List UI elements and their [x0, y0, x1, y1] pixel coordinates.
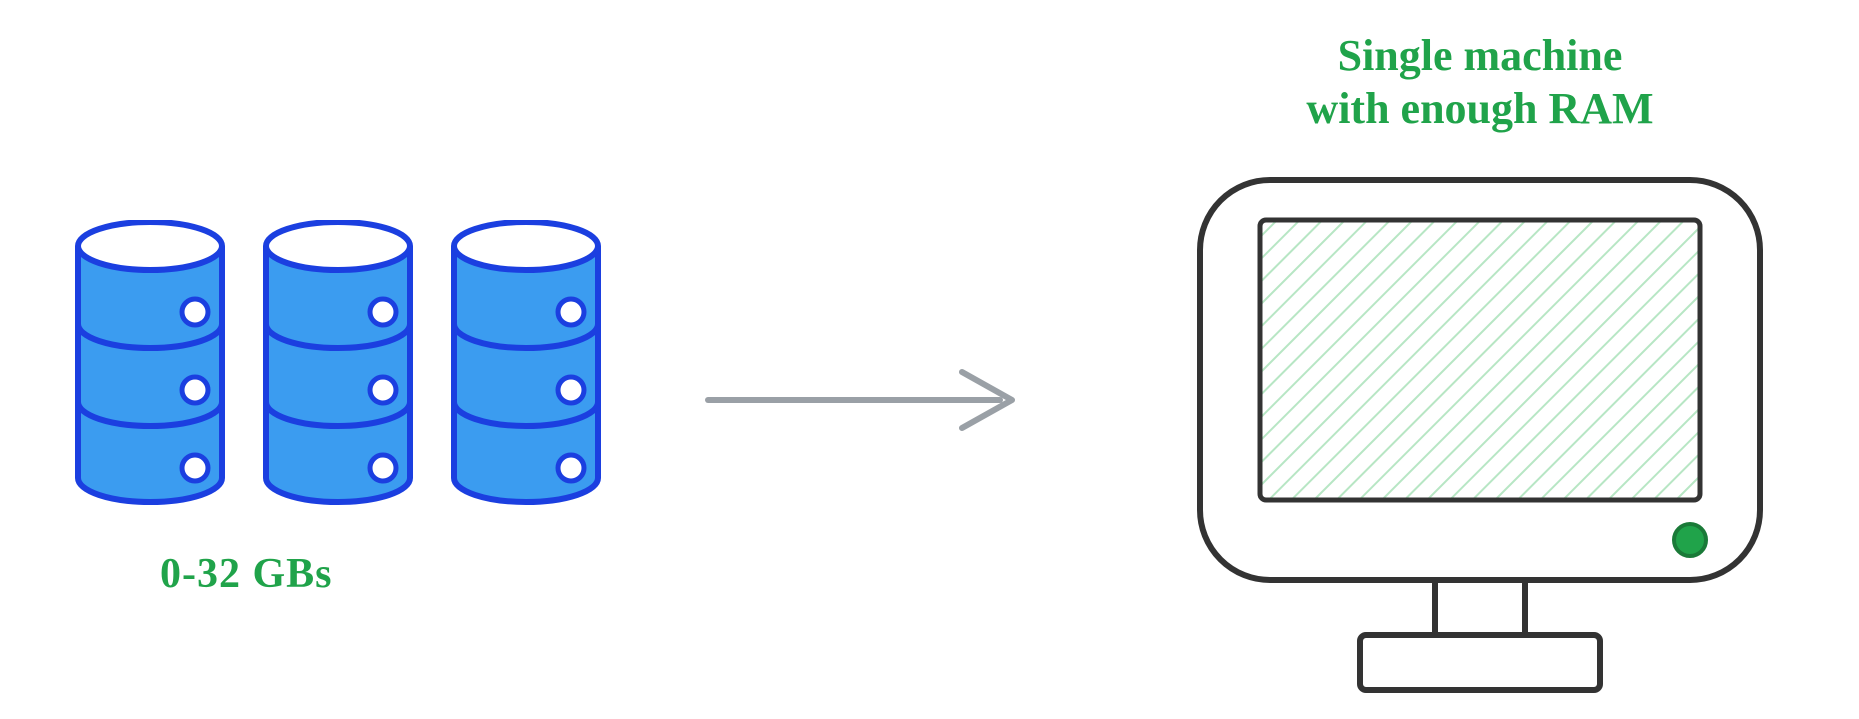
diagram-canvas: 0-32 GBs Single machine with enough RAM — [0, 0, 1859, 719]
database-group — [70, 220, 606, 515]
machine-label-line2: with enough RAM — [1306, 84, 1653, 133]
database-icon — [258, 220, 418, 515]
computer-icon — [1190, 170, 1770, 715]
arrow-icon — [700, 360, 1030, 445]
database-icon — [70, 220, 230, 515]
database-icon — [446, 220, 606, 515]
machine-label: Single machine with enough RAM — [1160, 30, 1800, 136]
data-size-label: 0-32 GBs — [160, 550, 333, 598]
machine-label-line1: Single machine — [1338, 31, 1623, 80]
